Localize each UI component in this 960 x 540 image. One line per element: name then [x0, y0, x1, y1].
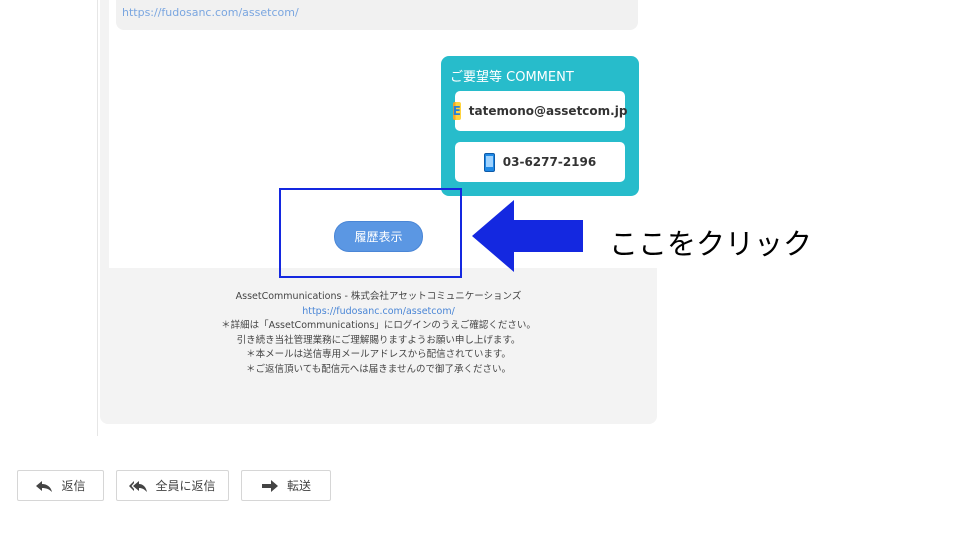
reply-button[interactable]: 返信	[17, 470, 104, 501]
contact-phone[interactable]: 03-6277-2196	[503, 155, 596, 169]
top-link[interactable]: https://fudosanc.com/assetcom/	[122, 6, 299, 19]
reply-all-label: 全員に返信	[155, 479, 216, 493]
footer-line-4: ＊ご返信頂いても配信元へは届きませんので御了承ください。	[246, 363, 511, 375]
reply-all-button[interactable]: 全員に返信	[116, 470, 229, 501]
email-footer: AssetCommunications - 株式会社アセットコミュニケーションズ…	[100, 290, 657, 377]
contact-email[interactable]: tatemono@assetcom.jp	[469, 104, 628, 118]
mail-action-bar: 返信 全員に返信 転送	[17, 470, 331, 501]
forward-button[interactable]: 転送	[241, 470, 331, 501]
phone-contact-pill[interactable]: 03-6277-2196	[455, 142, 625, 182]
footer-url-link[interactable]: https://fudosanc.com/assetcom/	[100, 305, 657, 320]
forward-label: 転送	[286, 479, 311, 493]
reply-label: 返信	[61, 479, 86, 493]
comment-contact-box: ご要望等 COMMENT E tatemono@assetcom.jp 03-6…	[441, 56, 639, 196]
footer-company: AssetCommunications - 株式会社アセットコミュニケーションズ	[235, 291, 522, 302]
footer-line-2: 引き続き当社管理業務にご理解賜りますようお願い申し上げます。	[236, 334, 521, 346]
smartphone-icon	[483, 152, 495, 172]
annotation-arrow-icon	[472, 200, 583, 272]
email-contact-pill[interactable]: E tatemono@assetcom.jp	[452, 91, 628, 131]
reply-arrow-icon	[36, 480, 53, 492]
annotation-label: ここをクリック	[609, 227, 813, 261]
highlight-frame	[279, 188, 462, 278]
thread-divider-line	[97, 0, 98, 436]
email-icon: E	[452, 102, 461, 120]
footer-line-1: ＊詳細は「AssetCommunications」にログインのうえご確認ください…	[221, 320, 536, 331]
info-box-top: https://fudosanc.com/assetcom/	[116, 0, 638, 30]
footer-line-3: ＊本メールは送信専用メールアドレスから配信されています。	[246, 349, 511, 360]
reply-all-arrow-icon	[129, 480, 148, 492]
forward-arrow-icon	[261, 479, 278, 492]
comment-title: ご要望等 COMMENT	[450, 70, 574, 85]
